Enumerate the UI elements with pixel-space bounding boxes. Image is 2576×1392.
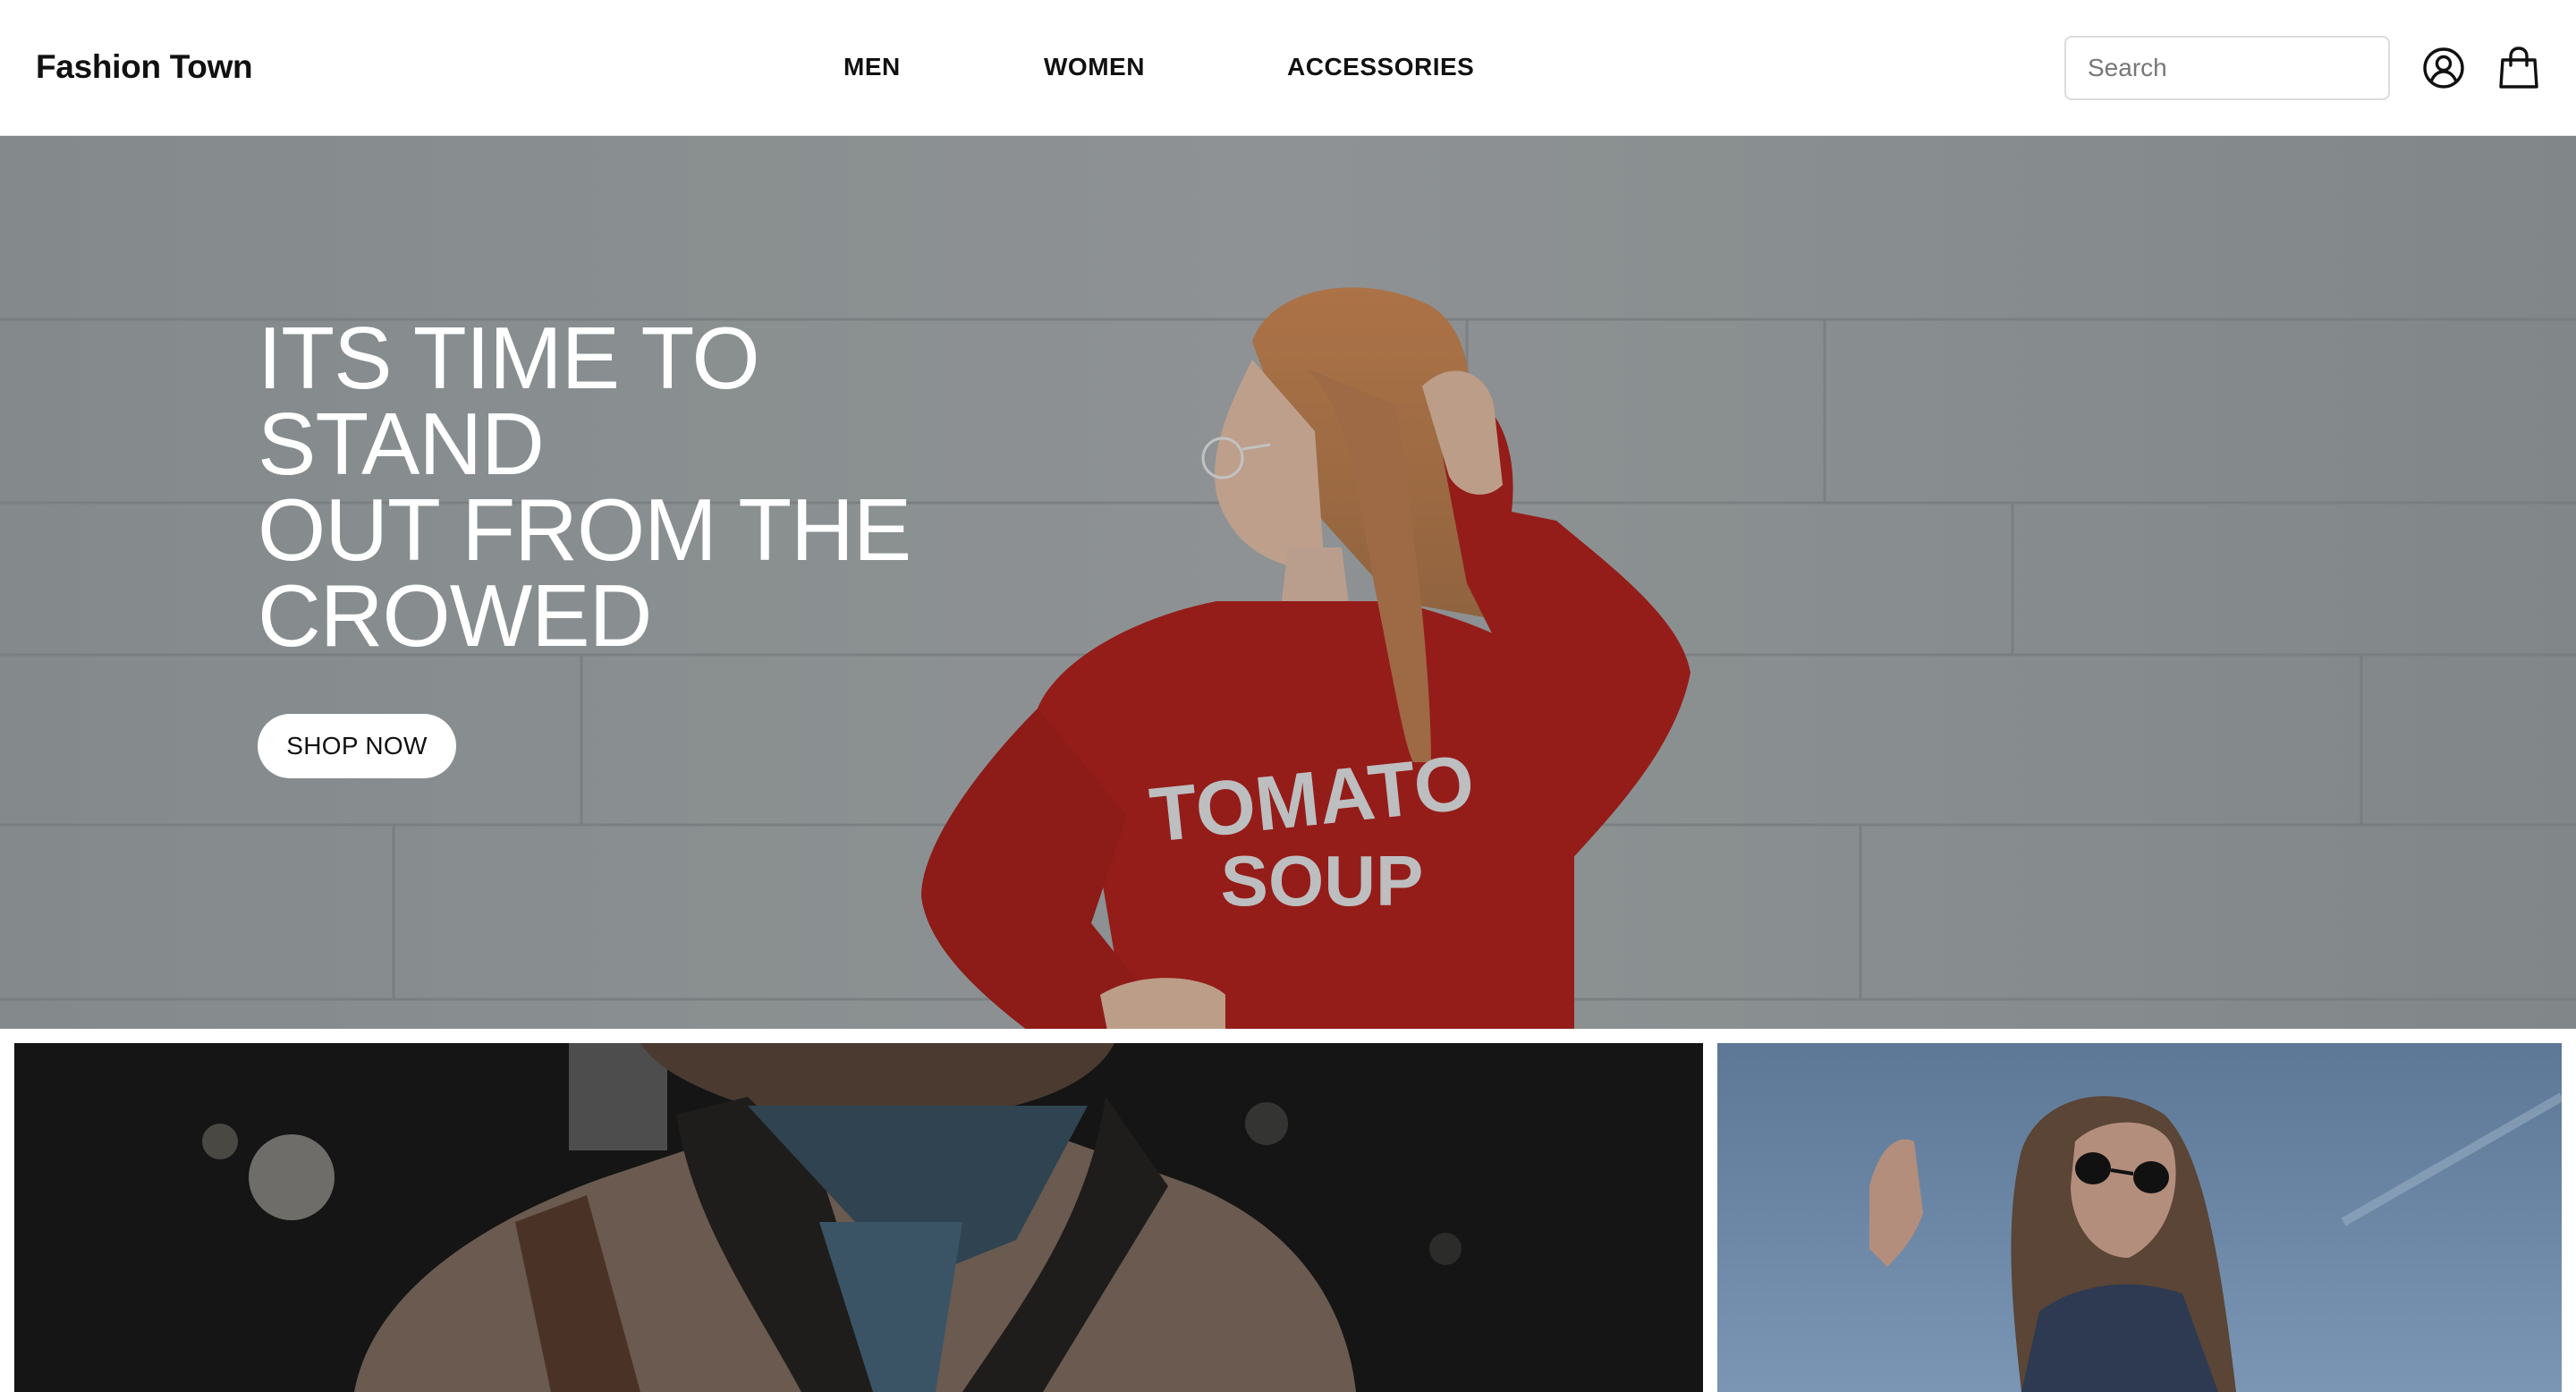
brand-logo[interactable]: Fashion Town (36, 45, 253, 89)
nav-link-men[interactable]: MEN (843, 47, 901, 88)
site-header: Fashion Town MEN WOMEN ACCESSORIES (0, 0, 2576, 136)
hero-title-line-3: CROWED (258, 566, 652, 665)
hero-title: ITS TIME TO STAND OUT FROM THE CROWED (258, 314, 1063, 659)
shop-now-button[interactable]: SHOP NOW (258, 714, 456, 778)
shopping-bag-icon (2499, 47, 2538, 89)
men-tile-image (14, 1043, 1703, 1392)
men-category-tile[interactable] (14, 1043, 1703, 1392)
account-button[interactable] (2419, 43, 2469, 93)
hero-title-line-2: OUT FROM THE (258, 480, 911, 579)
nav-link-accessories[interactable]: ACCESSORIES (1287, 47, 1474, 88)
women-category-tile[interactable] (1717, 1043, 2562, 1392)
user-circle-icon (2423, 47, 2464, 89)
cart-button[interactable] (2494, 43, 2544, 93)
nav-link-women[interactable]: WOMEN (1044, 47, 1145, 88)
search-input[interactable] (2064, 36, 2390, 100)
women-tile-image (1717, 1043, 2562, 1392)
hero-title-line-1: ITS TIME TO STAND (258, 309, 760, 493)
hero-banner: TOMATO SOUP ITS TIME TO STAND OUT FROM T… (0, 136, 2576, 1029)
